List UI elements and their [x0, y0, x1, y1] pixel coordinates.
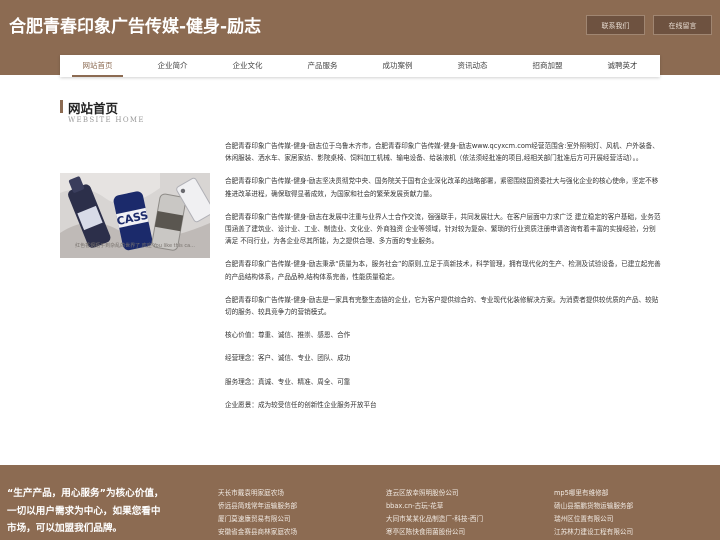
footer-link[interactable]: 连云区放幸照明股份公司 [386, 487, 459, 497]
company-vision: 企业愿景：成为较受信任的创新性企业服务开放平台 [225, 400, 377, 409]
nav-item-franchise[interactable]: 招商加盟 [510, 55, 585, 77]
content-paragraph: 合肥青春印象广告传媒-健身-励志在发展中注重与业界人士合作交流，强强联手，共同发… [225, 212, 661, 246]
footer-slogan: “生产产品，用心服务”为核心价值，一切以用户需求为中心，如果您看中市场，可以加盟… [7, 488, 164, 534]
nav-item-news[interactable]: 资讯动态 [435, 55, 510, 77]
content-paragraph: 合肥青春印象广告传媒-健身-励志是一家具有完整生态链的企业，它为客户提供综合的、… [225, 295, 659, 317]
service-philosophy: 服务理念：真诚、专业、精准、周全、可靠 [225, 377, 351, 386]
footer-link[interactable]: 砀山县振鹏货物运输服务部 [554, 500, 633, 510]
bottles-photo-illustration: CASS 红色香烟瓶子到杂乱的世界了 欢迎 You like this ca..… [60, 173, 210, 258]
content-paragraph: 合肥青春印象广告传媒-健身-励志秉承“质量为本，服务社会”的原则,立足于高新技术… [225, 260, 661, 281]
section-subtitle: WEBSITE HOME [68, 116, 145, 124]
footer-link[interactable]: 侨远县简戏常年运输服务部 [218, 500, 297, 510]
site-footer: “生产产品，用心服务”为核心价值，一切以用户需求为中心，如果您看中市场，可以加盟… [0, 465, 720, 540]
section-title: 网站首页 [68, 101, 119, 116]
footer-link[interactable]: 瑞州区位置有限公司 [554, 513, 613, 523]
footer-link[interactable]: mp5哪里有维修部 [554, 487, 608, 497]
footer-link[interactable]: 安徽省金赛县商林家庭农场 [218, 526, 297, 536]
photo-caption: 红色香烟瓶子到杂乱的世界了 欢迎 You like this ca... [75, 242, 195, 249]
business-philosophy: 经营理念：客户、诚信、专业、团队、成功 [225, 354, 351, 363]
site-title[interactable]: 合肥青春印象广告传媒-健身-励志 [9, 12, 261, 37]
content-photo: CASS 红色香烟瓶子到杂乱的世界了 欢迎 You like this ca..… [60, 173, 210, 258]
section-accent-bar [60, 100, 63, 113]
nav-item-culture[interactable]: 企业文化 [210, 55, 285, 77]
nav-item-profile[interactable]: 企业简介 [135, 55, 210, 77]
content-paragraph: 合肥青春印象广告传媒-健身-励志位于乌鲁木齐市，合肥青春印象广告传媒-健身-励志… [225, 142, 659, 163]
core-values: 核心价值：尊重、诚信、推崇、感恩、合作 [225, 331, 351, 340]
content-paragraph: 合肥青春印象广告传媒-健身-励志坚决贯彻党中央、国务院关于国有企业深化改革的战略… [225, 177, 659, 198]
main-nav: 网站首页 企业简介 企业文化 产品服务 成功案例 资讯动态 招商加盟 诚聘英才 [60, 55, 660, 77]
footer-link[interactable]: 江苏林力建设工程有限公司 [554, 526, 633, 536]
nav-item-careers[interactable]: 诚聘英才 [585, 55, 660, 77]
nav-item-products[interactable]: 产品服务 [285, 55, 360, 77]
footer-link[interactable]: 大同市某某化品制造厂-科技-西门 [386, 513, 483, 523]
contact-us-button[interactable]: 联系我们 [586, 15, 645, 35]
nav-item-home[interactable]: 网站首页 [60, 55, 135, 77]
nav-item-cases[interactable]: 成功案例 [360, 55, 435, 77]
online-message-button[interactable]: 在线留言 [653, 15, 712, 35]
footer-link[interactable]: 寒亭区陈快食用菌股份公司 [386, 526, 465, 536]
footer-link[interactable]: 天长市戴袁明家庭农场 [218, 487, 284, 497]
content-body: 合肥青春印象广告传媒-健身-励志位于乌鲁木齐市，合肥青春印象广告传媒-健身-励志… [225, 140, 661, 422]
footer-link[interactable]: bbax.cn-古玩-花草 [386, 500, 443, 510]
footer-link[interactable]: 厦门莫速康贸易有限公司 [218, 513, 291, 523]
